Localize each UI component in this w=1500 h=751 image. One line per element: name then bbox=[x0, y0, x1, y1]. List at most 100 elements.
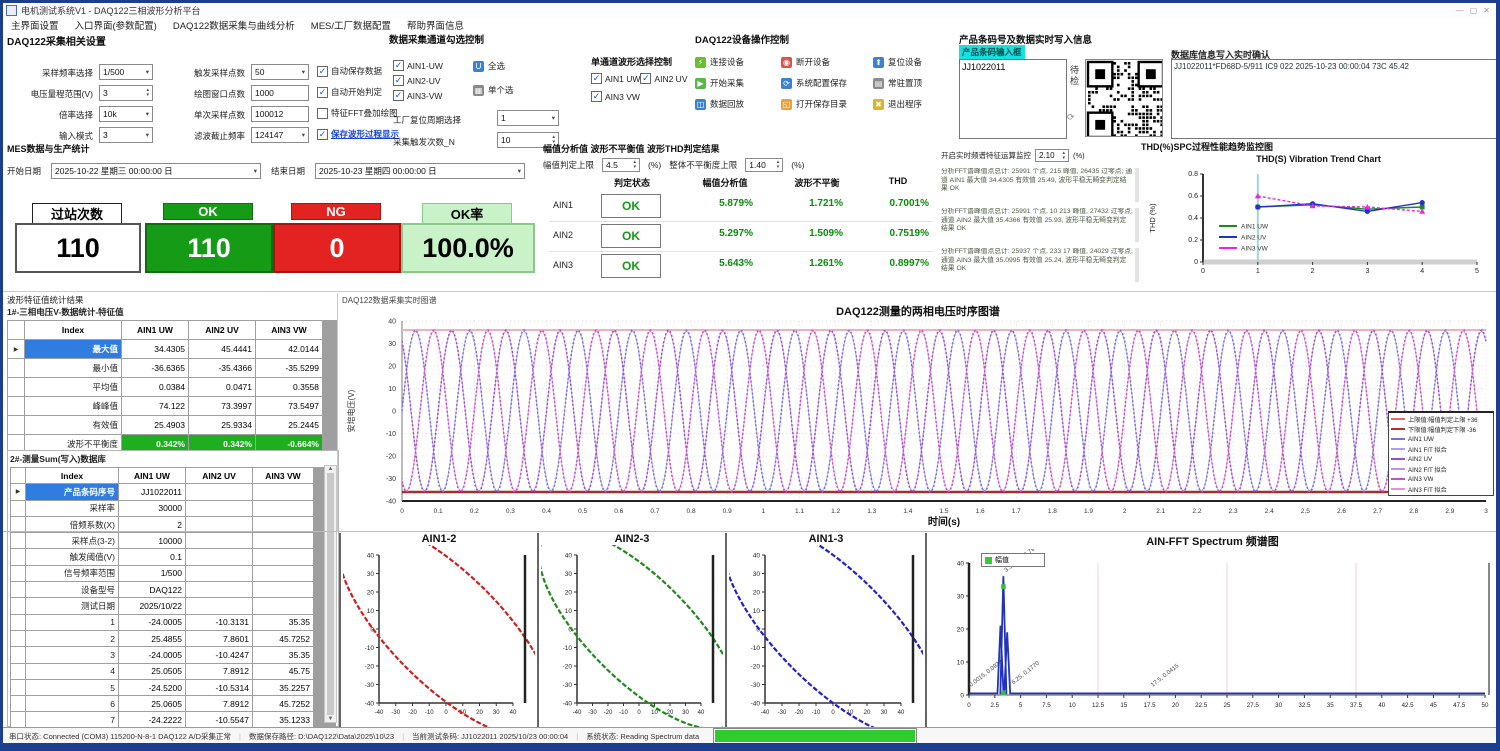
close-icon[interactable]: ✕ bbox=[1483, 6, 1490, 15]
cell: -36.6365 bbox=[122, 359, 188, 377]
svg-text:40: 40 bbox=[898, 710, 905, 716]
daq-field-2[interactable]: 3▴▾ bbox=[99, 85, 153, 101]
row-selector[interactable] bbox=[11, 664, 25, 679]
minimize-icon[interactable]: — bbox=[1456, 6, 1464, 15]
daq-field-0[interactable]: 1/500▾ bbox=[99, 64, 153, 80]
acq-button-1[interactable]: ▦单个选 bbox=[473, 84, 514, 96]
row-selector[interactable] bbox=[11, 549, 25, 564]
ops-button-1[interactable]: ◉断开设备 bbox=[781, 56, 873, 68]
spinner-arrows-icon[interactable]: ▴▾ bbox=[777, 160, 780, 170]
judge-control-spinner-0[interactable]: 4.5▴▾ bbox=[602, 158, 640, 172]
row-label: 倍频系数(X) bbox=[26, 517, 118, 532]
daq-field-3[interactable]: 1000 bbox=[251, 85, 309, 101]
progress-bar bbox=[713, 728, 917, 744]
save-config-icon: ⟳ bbox=[781, 78, 792, 89]
daq-field-4[interactable]: 10k▾ bbox=[99, 106, 153, 122]
acq-check-2[interactable]: ✓AIN3-VW bbox=[393, 90, 442, 101]
row-selector[interactable] bbox=[8, 359, 24, 377]
scroll-up-icon[interactable]: ▲ bbox=[328, 466, 334, 472]
daq-check-3[interactable]: ✓保存波形过程显示 bbox=[317, 128, 399, 140]
svg-text:1: 1 bbox=[1256, 268, 1260, 275]
ops-button-0[interactable]: ⚡连接设备 bbox=[695, 56, 781, 68]
thd-trend-chart: 00.20.40.60.8012345THD (%)AIN1 UWAIN2 UV… bbox=[1141, 164, 1496, 290]
row-selector[interactable] bbox=[11, 712, 25, 727]
liss2-panel: AIN2-3 -40-40-30-30-20-20-10-10001010202… bbox=[541, 533, 723, 729]
svg-text:0.1: 0.1 bbox=[434, 508, 443, 515]
maximize-icon[interactable]: ▢ bbox=[1470, 6, 1478, 15]
ops-button-4[interactable]: ⟳系统配置保存 bbox=[781, 77, 873, 89]
svg-text:-30: -30 bbox=[778, 710, 787, 716]
row-selector[interactable] bbox=[11, 680, 25, 695]
judge-row-channel: AIN2 bbox=[553, 230, 597, 240]
ops-button-8[interactable]: ✖退出程序 bbox=[873, 98, 955, 110]
ops-button-2[interactable]: ⬆复位设备 bbox=[873, 56, 955, 68]
end-date-picker[interactable]: 2025-10-23 星期四 00:00:00 日▾ bbox=[315, 163, 525, 179]
row-selector[interactable] bbox=[8, 397, 24, 415]
acq-button-0[interactable]: U全选 bbox=[473, 60, 505, 72]
judge-control-spinner-1[interactable]: 1.40▴▾ bbox=[745, 158, 783, 172]
row-selector[interactable] bbox=[11, 696, 25, 711]
factory-reset-dropdown[interactable]: 1▾ bbox=[497, 110, 559, 126]
svg-text:-30: -30 bbox=[588, 710, 597, 716]
spinner-arrows-icon[interactable]: ▴▾ bbox=[634, 160, 637, 170]
refresh-qr-icon[interactable]: ⟳ bbox=[1067, 112, 1075, 123]
cell: 35.35 bbox=[253, 647, 313, 662]
row-selector[interactable] bbox=[11, 647, 25, 662]
wave-check-2[interactable]: ✓AIN3 VW bbox=[591, 91, 640, 102]
row-selector[interactable] bbox=[8, 378, 24, 396]
svg-text:THD (%): THD (%) bbox=[1148, 203, 1157, 233]
row-selector[interactable] bbox=[11, 566, 25, 581]
menu-item-4[interactable]: 帮助界面信息 bbox=[407, 18, 464, 32]
cell bbox=[253, 549, 313, 564]
daq-check-1[interactable]: ✓自动开始判定 bbox=[317, 86, 382, 98]
row-selector[interactable] bbox=[11, 517, 25, 532]
daq-field-6[interactable]: 3▾ bbox=[99, 127, 153, 143]
daq-field-1[interactable]: 50▾ bbox=[251, 64, 309, 80]
cell: 25.0605 bbox=[119, 696, 185, 711]
notes-control-spinner[interactable]: 2.10▴▾ bbox=[1035, 149, 1069, 162]
svg-text:40: 40 bbox=[753, 552, 761, 559]
menu-item-0[interactable]: 主界面设置 bbox=[11, 18, 59, 32]
acq-check-label: AIN3-VW bbox=[407, 91, 442, 101]
row-selector[interactable] bbox=[11, 615, 25, 630]
daq-check-2[interactable]: 特征FFT叠加绘图 bbox=[317, 107, 398, 119]
wave-check-0[interactable]: ✓AIN1 UW bbox=[591, 73, 640, 84]
wave-check-1[interactable]: ✓AIN2 UV bbox=[640, 73, 687, 84]
scroll-thumb[interactable] bbox=[327, 473, 334, 715]
row-selector[interactable]: ▶ bbox=[8, 340, 24, 358]
scroll-down-icon[interactable]: ▼ bbox=[328, 716, 334, 722]
row-selector[interactable]: ▶ bbox=[11, 484, 25, 499]
judge-control-unit: (%) bbox=[648, 160, 661, 170]
menu-item-3[interactable]: MES/工厂数据配置 bbox=[311, 18, 391, 32]
ops-button-7[interactable]: ◱打开保存目录 bbox=[781, 98, 873, 110]
acq-check-0[interactable]: ✓AIN1-UW bbox=[393, 60, 443, 71]
svg-text:10: 10 bbox=[1069, 702, 1076, 709]
spinner-arrows-icon[interactable]: ▴▾ bbox=[1062, 151, 1065, 161]
start-date-picker[interactable]: 2025-10-22 星期三 00:00:00 日▾ bbox=[51, 163, 261, 179]
spinner-arrows-icon[interactable]: ▴▾ bbox=[146, 88, 149, 98]
records-scrollbar[interactable]: ▲ ▼ bbox=[324, 465, 337, 723]
acq-check-1[interactable]: ✓AIN2-UV bbox=[393, 75, 441, 86]
row-selector[interactable] bbox=[11, 582, 25, 597]
cell: 35.1233 bbox=[253, 712, 313, 727]
row-selector[interactable] bbox=[11, 533, 25, 548]
daq-field-7[interactable]: 124147▾ bbox=[251, 127, 309, 143]
svg-text:30: 30 bbox=[753, 571, 761, 578]
row-selector[interactable] bbox=[8, 416, 24, 434]
legend-entry-1: 下限值:幅值判定下限 -36 bbox=[1391, 424, 1491, 434]
menu-item-1[interactable]: 入口界面(参数配置) bbox=[75, 18, 157, 32]
liss2-chart: -40-40-30-30-20-20-10-100010102020303040… bbox=[541, 545, 723, 727]
cell: 25.4903 bbox=[122, 416, 188, 434]
barcode-input[interactable]: JJ1022011 bbox=[959, 59, 1067, 139]
ops-button-6[interactable]: ◫数据回放 bbox=[695, 98, 781, 110]
daq-check-0[interactable]: ✓自动保存数据 bbox=[317, 65, 382, 77]
row-selector[interactable] bbox=[11, 598, 25, 613]
row-selector[interactable] bbox=[11, 501, 25, 516]
daq-field-5[interactable]: 100012 bbox=[251, 106, 309, 122]
row-selector[interactable] bbox=[11, 631, 25, 646]
menu-item-2[interactable]: DAQ122数据采集与曲线分析 bbox=[173, 18, 295, 32]
cell: 34.4305 bbox=[122, 340, 188, 358]
cell: 7.8601 bbox=[186, 631, 252, 646]
ops-button-5[interactable]: ▤常驻置顶 bbox=[873, 77, 955, 89]
ops-button-3[interactable]: ▶开始采集 bbox=[695, 77, 781, 89]
